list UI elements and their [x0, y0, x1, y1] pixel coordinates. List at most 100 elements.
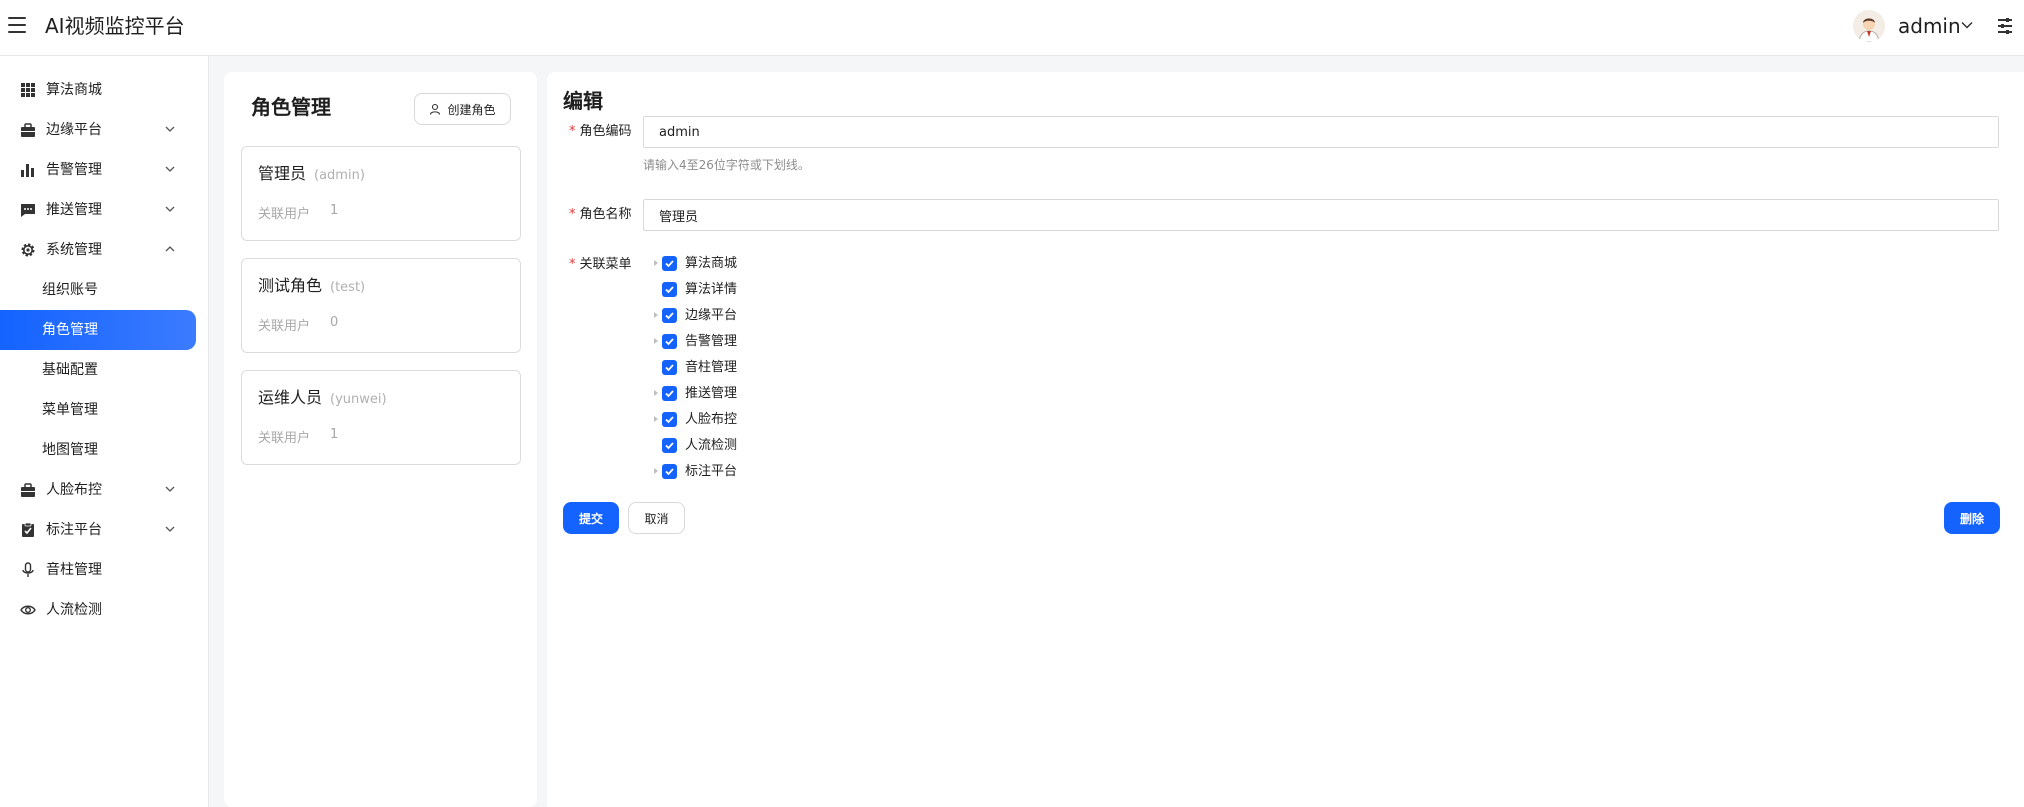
sidebar-item-label: 角色管理: [42, 322, 98, 338]
chevron-down-icon: [165, 486, 175, 492]
sidebar: 算法商城 边缘平台 告警管理 推送管理 系统管理 组织账号 角色管理 基础配置 …: [0, 56, 209, 807]
sidebar-item-map-management[interactable]: 地图管理: [0, 430, 196, 470]
check-icon: [665, 286, 674, 294]
role-name: 运维人员 (yunwei): [258, 388, 387, 407]
sidebar-item-system-management[interactable]: 系统管理: [0, 230, 196, 270]
menu-tree-node-label: 音柱管理: [685, 360, 738, 375]
check-icon: [665, 390, 674, 398]
menu-tree-node-label: 边缘平台: [685, 308, 738, 323]
chevron-down-icon: [165, 126, 175, 132]
chevron-down-icon: [165, 166, 175, 172]
sidebar-item-alarm-management[interactable]: 告警管理: [0, 150, 196, 190]
sidebar-item-speaker-management[interactable]: 音柱管理: [0, 550, 196, 590]
check-icon: [665, 468, 674, 476]
top-header: AI视频监控平台 admin: [0, 0, 2024, 56]
checkbox-checked[interactable]: [662, 256, 677, 271]
settings-sliders-icon[interactable]: [1996, 17, 2014, 35]
menu-tree-node-label: 推送管理: [685, 386, 738, 401]
sidebar-item-label: 地图管理: [42, 442, 98, 458]
checkbox-checked[interactable]: [662, 386, 677, 401]
sidebar-item-algorithm-store[interactable]: 算法商城: [0, 70, 196, 110]
check-icon: [665, 442, 674, 450]
sidebar-item-label: 音柱管理: [46, 562, 102, 578]
role-users-label: 关联用户: [258, 319, 311, 334]
check-icon: [665, 416, 674, 424]
sidebar-item-basic-config[interactable]: 基础配置: [0, 350, 196, 390]
sidebar-item-edge-platform[interactable]: 边缘平台: [0, 110, 196, 150]
checkbox-checked[interactable]: [662, 282, 677, 297]
role-card-yunwei[interactable]: 运维人员 (yunwei) 关联用户 1: [241, 370, 521, 465]
sidebar-item-org-accounts[interactable]: 组织账号: [0, 270, 196, 310]
check-icon: [665, 260, 674, 268]
role-card-test[interactable]: 测试角色 (test) 关联用户 0: [241, 258, 521, 353]
menu-toggle-icon[interactable]: [8, 17, 26, 35]
chevron-down-icon: [165, 206, 175, 212]
briefcase-icon: [21, 483, 35, 497]
role-users-label: 关联用户: [258, 431, 311, 446]
edit-title: 编辑: [563, 89, 603, 113]
caret-right-icon[interactable]: [651, 466, 661, 476]
role-code-label: * 角色编码: [569, 124, 632, 139]
submit-button[interactable]: 提交: [563, 502, 619, 534]
check-icon: [665, 364, 674, 372]
caret-right-icon[interactable]: [651, 258, 661, 268]
role-code: (test): [330, 280, 366, 295]
role-name-label: * 角色名称: [569, 207, 632, 222]
sidebar-item-crowd-detection[interactable]: 人流检测: [0, 590, 196, 630]
check-icon: [665, 338, 674, 346]
chevron-down-icon[interactable]: [1960, 18, 1974, 32]
sidebar-item-label: 推送管理: [46, 202, 102, 218]
role-code: (yunwei): [330, 392, 387, 407]
user-icon: [430, 103, 441, 115]
role-code: (admin): [314, 168, 365, 183]
sidebar-item-label: 标注平台: [46, 522, 102, 538]
menu-tree-node-label: 人流检测: [685, 438, 738, 453]
eye-icon: [20, 605, 36, 615]
create-role-button[interactable]: 创建角色: [414, 93, 511, 125]
sidebar-item-label: 人脸布控: [46, 482, 102, 498]
checkbox-checked[interactable]: [662, 438, 677, 453]
caret-right-icon[interactable]: [651, 388, 661, 398]
role-list-panel: 角色管理 创建角色 管理员 (admin) 关联用户 1 测试角色 (test) 关…: [224, 72, 537, 807]
checkbox-checked[interactable]: [662, 412, 677, 427]
caret-right-icon[interactable]: [651, 336, 661, 346]
menu-tree-node-label: 人脸布控: [685, 412, 738, 427]
user-avatar[interactable]: [1853, 10, 1885, 42]
role-users-label: 关联用户: [258, 207, 311, 222]
checkbox-checked[interactable]: [662, 308, 677, 323]
sidebar-item-annotation-platform[interactable]: 标注平台: [0, 510, 196, 550]
checkbox-checked[interactable]: [662, 464, 677, 479]
cancel-button[interactable]: 取消: [628, 502, 685, 534]
caret-right-icon[interactable]: [651, 414, 661, 424]
create-role-label: 创建角色: [447, 102, 496, 117]
sidebar-item-label: 菜单管理: [42, 402, 98, 418]
chevron-up-icon: [165, 246, 175, 252]
role-users-count: 1: [330, 203, 339, 218]
delete-button[interactable]: 删除: [1944, 502, 2000, 534]
caret-right-icon[interactable]: [651, 310, 661, 320]
role-name-input[interactable]: [643, 199, 1999, 231]
sidebar-item-label: 人流检测: [46, 602, 102, 618]
checkbox-checked[interactable]: [662, 360, 677, 375]
role-list-title: 角色管理: [251, 95, 331, 119]
sidebar-item-menu-management[interactable]: 菜单管理: [0, 390, 196, 430]
menu-tree-node-label: 算法商城: [685, 256, 738, 271]
app-title: AI视频监控平台: [45, 14, 185, 38]
sidebar-item-label: 算法商城: [46, 82, 102, 98]
role-card-admin[interactable]: 管理员 (admin) 关联用户 1: [241, 146, 521, 241]
bar-chart-icon: [21, 164, 34, 177]
sidebar-item-label: 告警管理: [46, 162, 102, 178]
menu-tree-node-label: 告警管理: [685, 334, 738, 349]
sidebar-item-role-management[interactable]: 角色管理: [0, 310, 196, 350]
role-edit-panel: 编辑 *角色编码 请输入4至26位字符或下划线。 *角色名称 *关联菜单 算法商…: [547, 72, 2024, 807]
checkbox-checked[interactable]: [662, 334, 677, 349]
sidebar-item-push-management[interactable]: 推送管理: [0, 190, 196, 230]
microphone-icon: [22, 562, 34, 577]
role-name: 管理员 (admin): [258, 164, 365, 183]
clipboard-check-icon: [22, 522, 34, 537]
chevron-down-icon: [165, 526, 175, 532]
role-code-input[interactable]: [643, 116, 1999, 148]
user-name[interactable]: admin: [1898, 13, 1961, 39]
sidebar-item-face-control[interactable]: 人脸布控: [0, 470, 196, 510]
briefcase-icon: [21, 123, 35, 137]
